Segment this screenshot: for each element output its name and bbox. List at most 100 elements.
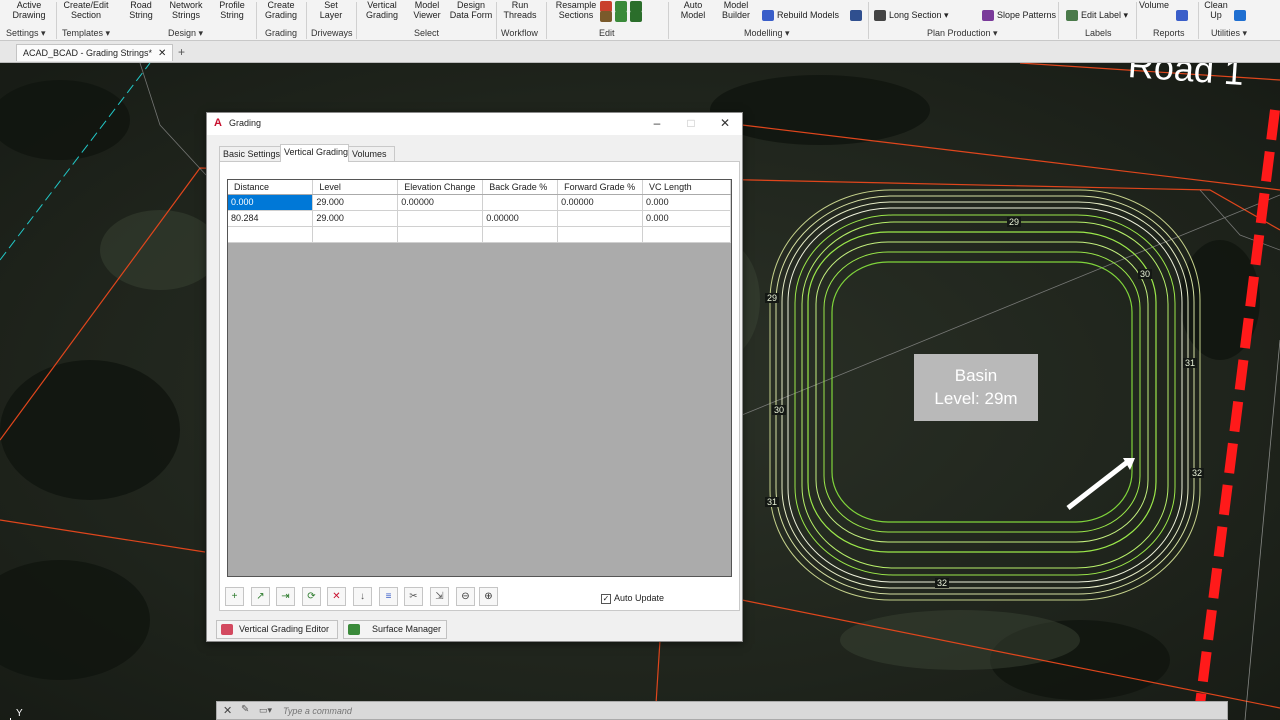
command-input[interactable] [283, 704, 1213, 718]
edit-tool-icon[interactable] [600, 11, 612, 23]
cell-forward-grade[interactable] [557, 226, 644, 243]
slope-patterns-button[interactable]: Slope Patterns [982, 10, 1057, 22]
layers-icon-button[interactable] [850, 10, 865, 22]
column-header-vc-length[interactable]: VC Length [642, 180, 731, 195]
cell-distance[interactable]: 80.284 [228, 210, 314, 227]
create-grading-label: Create Grading [264, 0, 298, 20]
close-icon[interactable]: ✕ [718, 116, 732, 130]
road-string-button[interactable]: Road String [124, 0, 158, 20]
group-workflow: Workflow [501, 28, 538, 39]
tools-icon[interactable]: ✂ [404, 587, 423, 606]
tab-vertical-grading[interactable]: Vertical Grading [280, 144, 349, 162]
close-icon[interactable]: ✕ [158, 48, 166, 59]
clean-up-button[interactable]: Clean Up [1202, 0, 1230, 20]
run-threads-button[interactable]: Run Threads [502, 0, 538, 20]
edit-label-button[interactable]: Edit Label ▾ [1066, 10, 1128, 22]
vertical-grading-editor-button[interactable]: Vertical Grading Editor [216, 620, 338, 639]
model-viewer-button[interactable]: Model Viewer [410, 0, 444, 20]
ribbon-separator [1136, 2, 1137, 39]
add-row-icon[interactable]: + [225, 587, 244, 606]
ribbon-separator [1198, 2, 1199, 39]
tab-basic-settings[interactable]: Basic Settings [219, 146, 281, 161]
document-tab[interactable]: ACAD_BCAD - Grading Strings* ✕ [16, 44, 174, 61]
profile-string-button[interactable]: Profile String [214, 0, 250, 20]
cell-distance[interactable] [228, 226, 314, 243]
delete-row-icon[interactable]: ✕ [327, 587, 346, 606]
cell-level[interactable] [312, 226, 399, 243]
group-templates[interactable]: Templates ▾ [62, 28, 110, 39]
surface-manager-button[interactable]: Surface Manager [343, 620, 447, 639]
profile-string-label: Profile String [219, 0, 245, 20]
cell-vc-length[interactable] [642, 226, 731, 243]
group-design[interactable]: Design ▾ [168, 28, 203, 39]
create-edit-section-button[interactable]: Create/Edit Section [60, 0, 112, 20]
create-grading-button[interactable]: Create Grading [262, 0, 300, 20]
column-header-back-grade[interactable]: Back Grade % [482, 180, 559, 195]
move-down-icon[interactable]: ↓ [353, 587, 372, 606]
contour-label: 30 [1138, 269, 1153, 279]
utility-icon-button[interactable] [1234, 10, 1249, 22]
group-settings[interactable]: Settings ▾ [6, 28, 46, 39]
clean-up-label: Clean Up [1204, 0, 1228, 20]
command-prompt-icon[interactable]: ▭▾ [259, 705, 272, 716]
cell-elevation-change[interactable]: 0.00000 [397, 194, 484, 211]
group-workflow-label: Workflow [501, 28, 538, 38]
edit-tool-icon[interactable] [630, 11, 642, 23]
zoom-out-icon[interactable]: ⊖ [456, 587, 475, 606]
zoom-in-icon[interactable]: ⊕ [479, 587, 498, 606]
resample-sections-button[interactable]: Resample Sections [554, 0, 598, 20]
report-icon-button[interactable] [1176, 10, 1191, 22]
active-drawing-button[interactable]: Active Drawing [8, 0, 50, 20]
cell-forward-grade[interactable] [557, 210, 644, 227]
contour-label: 29 [765, 293, 780, 303]
dialog-title-bar[interactable]: A Grading – □ ✕ [207, 113, 742, 135]
cell-vc-length[interactable]: 0.000 [642, 210, 731, 227]
column-header-forward-grade[interactable]: Forward Grade % [557, 180, 644, 195]
level-icon[interactable]: ≡ [379, 587, 398, 606]
column-header-elevation-change[interactable]: Elevation Change [397, 180, 484, 195]
group-modelling[interactable]: Modelling ▾ [744, 28, 790, 39]
tab-volumes[interactable]: Volumes [348, 146, 395, 161]
auto-model-button[interactable]: Auto Model [676, 0, 710, 20]
cell-elevation-change[interactable] [397, 210, 484, 227]
cell-back-grade[interactable]: 0.00000 [482, 210, 559, 227]
cell-forward-grade[interactable]: 0.00000 [557, 194, 644, 211]
column-header-distance[interactable]: Distance [228, 180, 314, 195]
refresh-icon[interactable]: ⟳ [302, 587, 321, 606]
set-layer-button[interactable]: Set Layer [314, 0, 348, 20]
vertical-grading-grid[interactable]: Distance Level Elevation Change Back Gra… [227, 179, 732, 577]
wrench-icon[interactable]: ✎ [241, 704, 249, 715]
contour-label: 31 [765, 497, 780, 507]
contour-label: 32 [935, 578, 950, 588]
vertical-grading-button[interactable]: Vertical Grading [362, 0, 402, 20]
cell-back-grade[interactable] [482, 226, 559, 243]
cell-elevation-change[interactable] [397, 226, 484, 243]
insert-row-icon[interactable]: ⇥ [276, 587, 295, 606]
ribbon-separator [306, 2, 307, 39]
cell-level[interactable]: 29.000 [312, 210, 399, 227]
cell-distance[interactable]: 0.000 [228, 194, 314, 211]
close-icon[interactable]: ✕ [223, 704, 232, 717]
model-builder-button[interactable]: Model Builder [718, 0, 754, 20]
cell-vc-length[interactable]: 0.000 [642, 194, 731, 211]
document-tab-bar: ACAD_BCAD - Grading Strings* ✕ + [0, 41, 1280, 63]
basin-level: Level: 29m [934, 389, 1018, 408]
minimize-icon[interactable]: – [650, 116, 664, 130]
column-header-level[interactable]: Level [312, 180, 399, 195]
rebuild-models-button[interactable]: Rebuild Models [762, 10, 839, 22]
pick-point-icon[interactable]: ↗ [251, 587, 270, 606]
group-utilities[interactable]: Utilities ▾ [1211, 28, 1247, 39]
volume-button[interactable]: Volume [1134, 0, 1174, 10]
cell-back-grade[interactable] [482, 194, 559, 211]
new-tab-button[interactable]: + [178, 44, 185, 60]
long-section-button[interactable]: Long Section ▾ [874, 10, 949, 22]
cell-level[interactable]: 29.000 [312, 194, 399, 211]
export-icon[interactable]: ⇲ [430, 587, 449, 606]
design-data-form-button[interactable]: Design Data Form [448, 0, 494, 20]
slope-patterns-label: Slope Patterns [997, 10, 1057, 20]
edit-tool-icon[interactable] [615, 11, 627, 23]
group-plan-production[interactable]: Plan Production ▾ [927, 28, 998, 39]
network-strings-button[interactable]: Network Strings [166, 0, 206, 20]
network-strings-label: Network Strings [169, 0, 203, 20]
auto-update-checkbox[interactable]: ✓ Auto Update [601, 593, 664, 604]
